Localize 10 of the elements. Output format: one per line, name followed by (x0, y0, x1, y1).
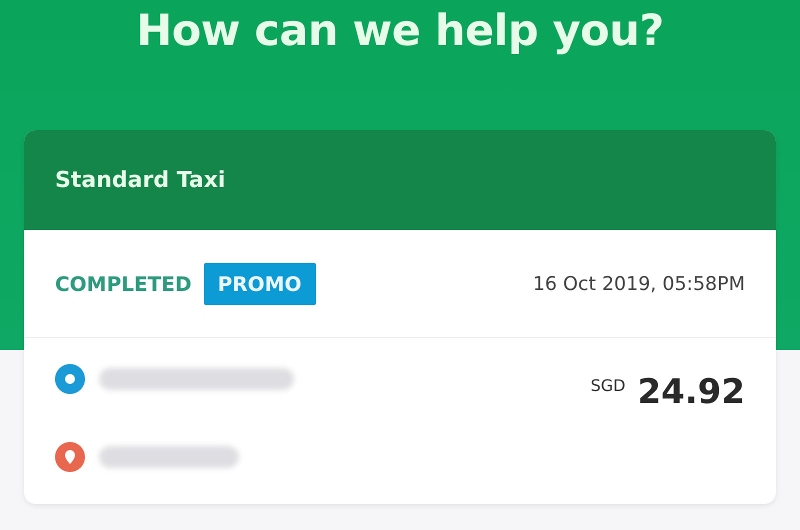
ride-status: COMPLETED (55, 272, 192, 296)
ride-card[interactable]: Standard Taxi COMPLETED PROMO 16 Oct 2019, 05:58PM SGD 24.92 (24, 130, 776, 504)
page-heading: How can we help you? (136, 6, 664, 58)
ride-date: 16 Oct 2019, 05:58PM (532, 272, 745, 294)
pickup-dot-icon (55, 364, 85, 394)
location-pin-icon (55, 442, 85, 472)
service-name: Standard Taxi (55, 168, 226, 192)
promo-badge: PROMO (204, 262, 316, 304)
fare-amount: 24.92 (637, 372, 745, 412)
currency-code: SGD (590, 375, 626, 395)
